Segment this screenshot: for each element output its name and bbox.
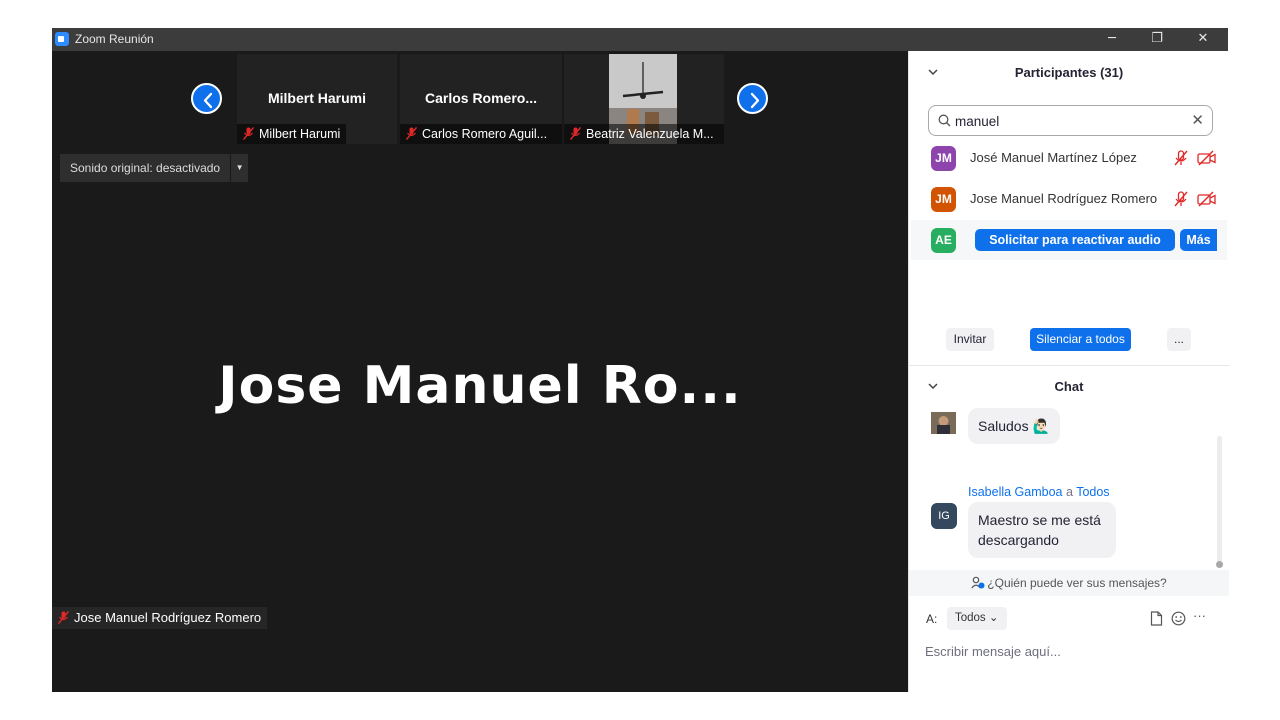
section-divider — [909, 365, 1229, 366]
close-window-button[interactable]: ✕ — [1180, 28, 1226, 51]
participants-title: Participantes (31) — [1014, 65, 1124, 80]
chat-message-bubble: Maestro se me está descargando — [968, 502, 1116, 558]
avatar: JM — [931, 146, 956, 171]
avatar: JM — [931, 187, 956, 212]
participant-row[interactable]: JM Jose Manuel Rodríguez Romero — [911, 179, 1227, 219]
tile-label-text: Beatriz Valenzuela M... — [586, 127, 714, 141]
active-speaker-label: Jose Manuel Rodríguez Romero — [52, 607, 268, 629]
chat-scrollbar[interactable] — [1216, 436, 1223, 568]
file-icon[interactable] — [1150, 611, 1163, 626]
chat-message-line: Maestro se me está — [978, 512, 1101, 528]
ask-to-unmute-button[interactable]: Solicitar para reactivar audio — [975, 229, 1175, 251]
tile-name-label: Milbert Harumi — [237, 124, 347, 144]
mic-muted-icon — [406, 127, 417, 140]
recipient-select-value: Todos — [955, 612, 986, 624]
sender-name[interactable]: Isabella Gamboa — [968, 485, 1063, 499]
chevron-down-icon: ⌄ — [988, 612, 999, 624]
minimize-button[interactable]: ─ — [1089, 28, 1135, 51]
zoom-app-icon — [55, 32, 69, 46]
mic-muted-icon[interactable] — [1173, 150, 1189, 166]
participants-header: Participantes (31) — [909, 53, 1229, 93]
participant-name: Jose Manuel Rodríguez Romero — [970, 191, 1158, 206]
search-icon — [938, 114, 951, 127]
chevron-right-icon — [750, 92, 760, 109]
who-can-see-text: ¿Quién puede ver sus mensajes? — [987, 576, 1167, 590]
chat-title: Chat — [1054, 379, 1084, 394]
chat-message-line: descargando — [978, 532, 1059, 548]
invite-button[interactable]: Invitar — [946, 328, 994, 351]
participant-name: José Manuel Martínez López — [970, 150, 1137, 165]
chat-message-bubble: Saludos 🙋🏻‍♂️ — [968, 408, 1060, 444]
participant-search-box[interactable]: ✕ — [928, 105, 1213, 136]
gallery-prev-button[interactable] — [191, 83, 222, 114]
sender-photo-avatar — [931, 412, 956, 434]
chat-header: Chat — [909, 367, 1229, 407]
chat-more-options-icon[interactable]: ··· — [1193, 608, 1206, 623]
mic-muted-icon[interactable] — [1173, 191, 1189, 207]
active-speaker-name: Jose Manuel Ro... — [218, 356, 742, 416]
recipient-select[interactable]: Todos ⌄ — [947, 607, 1007, 630]
video-area: Milbert Harumi Milbert Harumi Carlos Rom… — [52, 51, 908, 692]
gallery-tile[interactable]: Carlos Romero... Carlos Romero Aguil... — [400, 54, 562, 144]
side-panel: Participantes (31) ✕ JM José Manuel Mart… — [908, 51, 1229, 692]
search-input[interactable] — [955, 111, 1180, 131]
video-off-icon[interactable] — [1197, 191, 1216, 207]
recipient-name: Todos — [1076, 485, 1110, 499]
original-sound-label: Sonido original: desactivado — [70, 161, 221, 175]
video-off-icon[interactable] — [1197, 150, 1216, 166]
participant-row[interactable]: JM José Manuel Martínez López — [911, 138, 1227, 178]
chevron-left-icon — [203, 92, 213, 109]
participants-more-button[interactable]: ... — [1167, 328, 1191, 351]
gallery-next-button[interactable] — [737, 83, 768, 114]
who-can-see-messages[interactable]: ¿Quién puede ver sus mensajes? — [909, 570, 1229, 596]
mic-muted-icon — [243, 127, 254, 140]
maximize-button[interactable]: ❐ — [1134, 28, 1180, 51]
participant-row-hovered[interactable]: AE Solicitar para reactivar audio Más — [911, 220, 1227, 260]
original-sound-dropdown[interactable]: Sonido original: desactivado ▼ — [60, 154, 249, 182]
dropdown-arrow-icon[interactable]: ▼ — [230, 154, 248, 182]
tile-label-text: Carlos Romero Aguil... — [422, 127, 548, 141]
tile-display-name: Milbert Harumi — [267, 90, 366, 106]
gallery-tile[interactable]: Beatriz Valenzuela M... — [564, 54, 724, 144]
tile-name-label: Carlos Romero Aguil... — [400, 124, 562, 144]
recipient-label: A: — [926, 612, 938, 626]
tile-display-name: Carlos Romero... — [424, 90, 538, 106]
avatar: AE — [931, 228, 956, 253]
person-visibility-icon — [971, 576, 985, 589]
active-speaker-label-text: Jose Manuel Rodríguez Romero — [74, 610, 262, 625]
chat-recipient-row: A: Todos ⌄ ··· — [926, 607, 1216, 631]
chevron-down-icon[interactable] — [927, 367, 939, 407]
chat-message-input[interactable] — [925, 640, 1215, 662]
clear-search-icon[interactable]: ✕ — [1191, 111, 1204, 129]
window-title: Zoom Reunión — [75, 32, 154, 46]
tile-label-text: Milbert Harumi — [259, 127, 341, 141]
mute-all-button[interactable]: Silenciar a todos — [1030, 328, 1131, 351]
avatar: IG — [931, 503, 957, 529]
chevron-down-icon[interactable] — [927, 53, 939, 93]
title-bar: Zoom Reunión ─ ❐ ✕ — [52, 28, 1228, 51]
chat-message-sender: Isabella Gamboa a Todos — [968, 485, 1110, 499]
participant-more-button[interactable]: Más — [1180, 229, 1217, 251]
emoji-icon[interactable] — [1171, 611, 1186, 626]
tile-name-label: Beatriz Valenzuela M... — [564, 124, 724, 144]
mic-muted-icon — [58, 611, 69, 624]
zoom-window: Zoom Reunión ─ ❐ ✕ Milbert Harumi Milber… — [52, 28, 1229, 692]
mic-muted-icon — [570, 127, 581, 140]
gallery-tile[interactable]: Milbert Harumi Milbert Harumi — [237, 54, 397, 144]
sender-connector: a — [1066, 485, 1073, 499]
